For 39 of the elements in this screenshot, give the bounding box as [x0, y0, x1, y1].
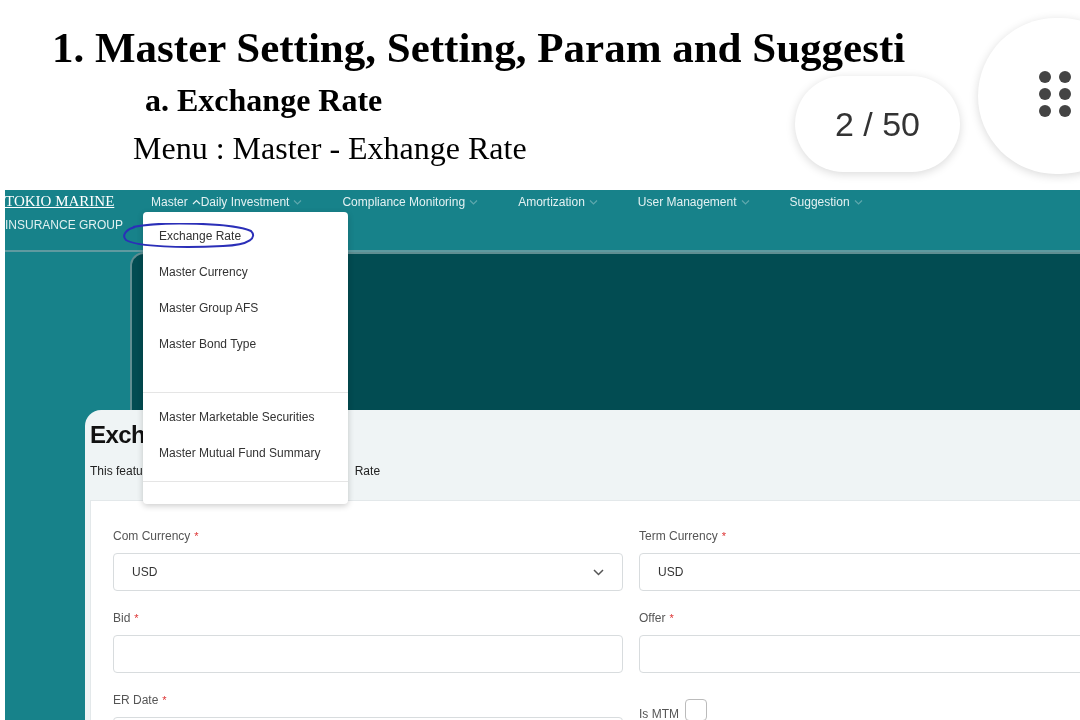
- field-label: ER Date: [113, 692, 159, 709]
- input-field[interactable]: [639, 635, 1080, 673]
- field-label: Bid: [113, 610, 131, 627]
- description-text: Rate: [354, 463, 381, 480]
- description-text: This featu: [90, 463, 143, 480]
- select-field[interactable]: USD: [639, 553, 1080, 591]
- dropdown-item[interactable]: Master Marketable Securities: [159, 408, 315, 426]
- field-label: Com Currency: [113, 528, 191, 545]
- grid-dots-icon: [1038, 70, 1072, 118]
- field-label: Offer: [639, 610, 666, 627]
- nav-menu-item[interactable]: Suggestion: [789, 190, 863, 209]
- field-label: Term Currency: [639, 528, 718, 545]
- dropdown-item[interactable]: Exchange Rate: [159, 227, 242, 245]
- nav-menu-item[interactable]: User Management: [637, 190, 750, 209]
- required-mark: *: [721, 528, 726, 544]
- required-mark: *: [669, 610, 674, 626]
- document-subheading: a. Exchange Rate: [145, 81, 383, 120]
- nav-menu-item[interactable]: Compliance Monitoring: [342, 190, 479, 209]
- required-mark: *: [194, 528, 199, 544]
- logo-subtext: INSURANCE GROUP: [5, 218, 124, 232]
- input-field[interactable]: [113, 635, 623, 673]
- document-text: Menu : Master - Exhange Rate: [133, 129, 528, 168]
- nav-menu-item[interactable]: Master: [151, 190, 201, 209]
- required-mark: *: [162, 692, 167, 708]
- select-field[interactable]: USD: [113, 553, 623, 591]
- field-label: Is MTM: [639, 706, 679, 720]
- checkbox[interactable]: [685, 699, 707, 720]
- document-heading: 1. Master Setting, Setting, Param and Suggesti: [52, 23, 906, 73]
- logo-text: TOKIO MARINE: [5, 193, 116, 210]
- dropdown-item[interactable]: Master Mutual Fund Summary: [159, 444, 321, 462]
- page-counter: 2 / 50: [795, 76, 960, 172]
- required-mark: *: [134, 610, 139, 626]
- dropdown-item[interactable]: Master Currency: [159, 263, 248, 281]
- nav-menu-item[interactable]: Amortization: [518, 190, 598, 209]
- nav-menu-item[interactable]: Daily Investment: [200, 190, 303, 209]
- dropdown-item[interactable]: Master Bond Type: [159, 335, 257, 353]
- dropdown-item[interactable]: Master Group AFS: [159, 299, 259, 317]
- chevron-down-icon: [593, 568, 604, 576]
- page-title: Exch: [90, 420, 145, 450]
